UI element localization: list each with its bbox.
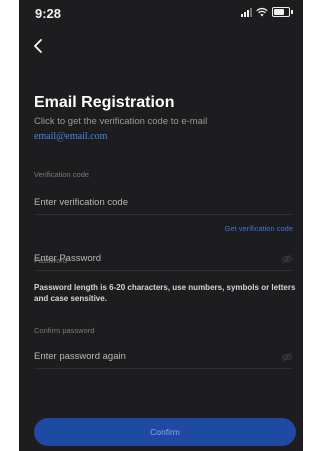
- page-title: Email Registration: [34, 94, 175, 111]
- verification-code-input[interactable]: [34, 190, 292, 215]
- app-screen: 9:28 Email Registration Click to get the…: [19, 0, 303, 451]
- status-time: 9:28: [35, 6, 62, 21]
- wifi-icon: [256, 7, 268, 17]
- password-hint: Password length is 6-20 characters, use …: [34, 283, 296, 303]
- back-chevron-icon[interactable]: [29, 36, 49, 56]
- confirm-password-input[interactable]: [34, 344, 292, 369]
- eye-off-icon[interactable]: [281, 254, 293, 264]
- confirm-password-label: Confirm password: [34, 326, 95, 335]
- battery-icon: [272, 7, 290, 17]
- battery-tip: [291, 10, 293, 14]
- confirm-button[interactable]: Confirm: [34, 418, 296, 446]
- status-bar: 9:28: [19, 0, 303, 26]
- status-icons: [241, 7, 293, 17]
- signal-icon: [241, 7, 252, 17]
- email-address: email@email.com: [34, 131, 108, 142]
- subtitle-text: Click to get the verification code to e-…: [34, 116, 208, 127]
- password-input[interactable]: [34, 246, 292, 271]
- get-verification-code-link[interactable]: Get verification code: [225, 224, 293, 233]
- eye-off-icon[interactable]: [281, 352, 293, 362]
- verification-code-label: Verification code: [34, 170, 90, 179]
- page-subtitle: Click to get the verification code to e-…: [34, 114, 274, 144]
